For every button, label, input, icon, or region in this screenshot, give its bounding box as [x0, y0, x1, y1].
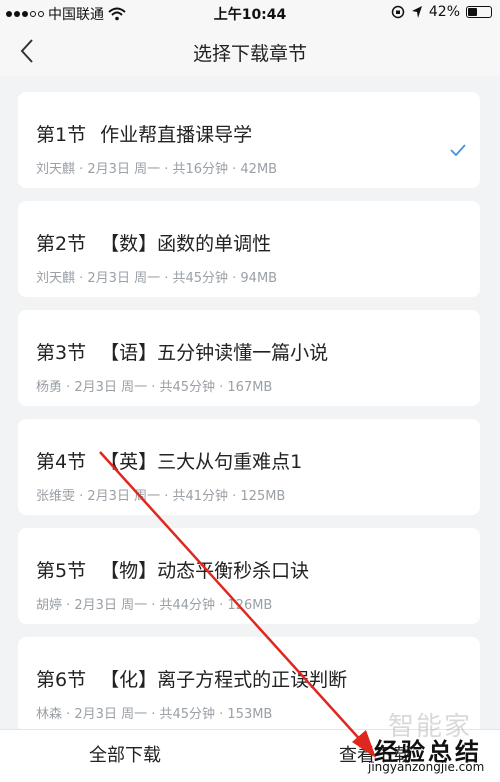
chapter-meta: 杨勇 · 2月3日 周一 · 共45分钟 · 167MB	[36, 380, 273, 395]
chapter-title: 第6节 【化】离子方程式的正误判断	[36, 669, 348, 691]
chapter-title: 第3节 【语】五分钟读懂一篇小说	[36, 342, 329, 364]
checkmark-icon	[450, 144, 466, 156]
chapter-meta: 张维雯 · 2月3日 周一 · 共41分钟 · 125MB	[36, 489, 286, 504]
battery-icon	[466, 6, 492, 18]
chapter-meta: 林森 · 2月3日 周一 · 共45分钟 · 153MB	[36, 707, 273, 722]
chapter-card-6[interactable]: 第6节 【化】离子方程式的正误判断 林森 · 2月3日 周一 · 共45分钟 · …	[18, 637, 480, 733]
chapter-card-2[interactable]: 第2节 【数】函数的单调性 刘天麒 · 2月3日 周一 · 共45分钟 · 94M…	[18, 201, 480, 297]
status-right: 42%	[391, 4, 492, 20]
chapter-card-4[interactable]: 第4节 【英】三大从句重难点1 张维雯 · 2月3日 周一 · 共41分钟 · 1…	[18, 419, 480, 515]
nav-bar: 选择下载章节	[0, 26, 500, 76]
chapter-title: 第4节 【英】三大从句重难点1	[36, 451, 303, 473]
page-title: 选择下载章节	[192, 43, 307, 65]
chapter-card-5[interactable]: 第5节 【物】动态平衡秒杀口诀 胡婷 · 2月3日 周一 · 共44分钟 · 12…	[18, 528, 480, 624]
chapter-meta: 胡婷 · 2月3日 周一 · 共44分钟 · 126MB	[36, 598, 273, 613]
status-bar: 中国联通 上午10:44 42%	[0, 0, 500, 26]
view-downloads-button[interactable]: 查看下载	[250, 730, 500, 782]
orientation-lock-icon	[391, 5, 405, 19]
chapter-meta: 刘天麒 · 2月3日 周一 · 共16分钟 · 42MB	[36, 162, 278, 177]
bottom-bar: 全部下载 查看下载	[0, 729, 500, 782]
chapter-title: 第5节 【物】动态平衡秒杀口诀	[36, 560, 310, 582]
chapter-meta: 刘天麒 · 2月3日 周一 · 共45分钟 · 94MB	[36, 271, 278, 286]
location-icon	[411, 6, 422, 18]
chapter-card-1[interactable]: 第1节 作业帮直播课导学 刘天麒 · 2月3日 周一 · 共16分钟 · 42MB	[18, 92, 480, 188]
chapter-title: 第2节 【数】函数的单调性	[36, 233, 272, 255]
chapter-card-3[interactable]: 第3节 【语】五分钟读懂一篇小说 杨勇 · 2月3日 周一 · 共45分钟 · 1…	[18, 310, 480, 406]
chapter-title: 第1节 作业帮直播课导学	[36, 124, 253, 146]
download-all-button[interactable]: 全部下载	[0, 730, 250, 782]
battery-percent: 42%	[428, 4, 460, 20]
